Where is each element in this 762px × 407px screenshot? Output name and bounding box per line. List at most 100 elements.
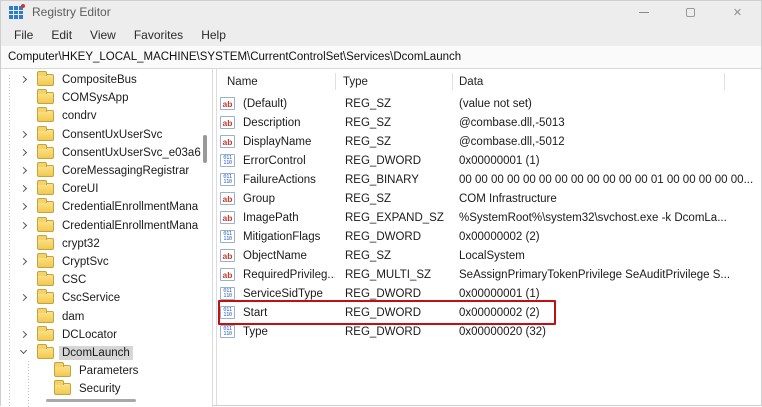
folder-icon xyxy=(37,289,54,305)
tree-item-consentuxusersvc[interactable]: ConsentUxUserSvc xyxy=(1,125,212,144)
chevron-down-icon[interactable] xyxy=(17,346,31,360)
tree-item-coremessagingregistrar[interactable]: CoreMessagingRegistrar xyxy=(1,162,212,180)
dword-value-icon: 011 110 xyxy=(220,230,235,243)
tree-item-dam[interactable]: dam xyxy=(1,307,212,325)
string-value-icon: ab xyxy=(220,249,235,262)
tree-item-cscservice[interactable]: CscService xyxy=(1,289,212,307)
chevron-right-icon[interactable] xyxy=(17,128,31,142)
value-data-cell: 0x00000002 (2) xyxy=(459,230,540,243)
value-list-header: Name Type Data xyxy=(217,69,761,94)
column-header-divider[interactable] xyxy=(724,73,725,90)
registry-value-row-mitigationflags[interactable]: 011 110 MitigationFlags REG_DWORD 0x0000000… xyxy=(217,227,761,246)
menu-item-file[interactable]: File xyxy=(5,26,42,44)
tree-vertical-scrollbar[interactable] xyxy=(203,135,207,163)
tree-item-parameters[interactable]: Parameters xyxy=(1,362,212,380)
column-header-name[interactable]: Name xyxy=(217,76,335,88)
chevron-right-icon[interactable] xyxy=(17,291,31,305)
tree-item-cryptsvc[interactable]: CryptSvc xyxy=(1,252,212,271)
value-data-cell: COM Infrastructure xyxy=(459,192,557,205)
tree-item-label: ConsentUxUserSvc xyxy=(62,128,163,141)
registry-value-row-start[interactable]: 011 110 Start REG_DWORD 0x00000002 (2) xyxy=(217,300,761,325)
registry-value-list-pane: Name Type Data ab (Default) REG_SZ (value not… xyxy=(216,69,761,405)
column-header-divider[interactable] xyxy=(335,73,336,90)
chevron-right-icon[interactable] xyxy=(17,200,31,214)
value-type-cell: REG_EXPAND_SZ xyxy=(345,211,444,224)
tree-item-consentuxusersvc_e03a6[interactable]: ConsentUxUserSvc_e03a6 xyxy=(1,143,212,162)
registry-value-row-imagepath[interactable]: ab ImagePath REG_EXPAND_SZ %SystemRoot%\sys… xyxy=(217,208,761,227)
address-bar[interactable]: Computer\HKEY_LOCAL_MACHINE\SYSTEM\Curre… xyxy=(1,46,761,69)
tree-item-compositebus[interactable]: CompositeBus xyxy=(1,71,212,89)
tree-item-condrv[interactable]: condrv xyxy=(1,107,212,125)
tree-item-dcomlaunch[interactable]: DcomLaunch xyxy=(1,343,212,362)
value-name: ObjectName xyxy=(243,249,307,262)
tree-item-label: CoreUI xyxy=(62,183,99,196)
registry-value-row-group[interactable]: ab Group REG_SZ COM Infrastructure xyxy=(217,189,761,208)
folder-icon xyxy=(37,234,54,250)
column-header-type[interactable]: Type xyxy=(335,76,452,88)
chevron-right-icon[interactable] xyxy=(17,73,31,87)
value-name-cell: ab RequiredPrivileg... xyxy=(217,268,335,281)
chevron-placeholder xyxy=(34,364,48,378)
registry-value-row-displayname[interactable]: ab DisplayName REG_SZ @combase.dll,-5012 xyxy=(217,132,761,151)
value-name-cell: ab DisplayName xyxy=(217,135,335,148)
dword-value-icon: 011 110 xyxy=(220,154,235,167)
chevron-right-icon[interactable] xyxy=(17,164,31,178)
value-type-cell: REG_MULTI_SZ xyxy=(345,268,432,281)
tree-item-security[interactable]: Security xyxy=(1,380,212,398)
registry-value-row-objectname[interactable]: ab ObjectName REG_SZ LocalSystem xyxy=(217,246,761,265)
registry-value-row-description[interactable]: ab Description REG_SZ @combase.dll,-5013 xyxy=(217,113,761,132)
close-button[interactable]: ✕ xyxy=(714,1,761,23)
value-name-cell: 011 110 FailureActions xyxy=(217,173,335,186)
menu-item-favorites[interactable]: Favorites xyxy=(125,26,192,44)
chevron-placeholder xyxy=(17,273,31,287)
registry-value-row-requiredprivileg[interactable]: ab RequiredPrivileg... REG_MULTI_SZ SeAssig… xyxy=(217,265,761,284)
value-name: Group xyxy=(243,192,275,205)
tree-item-csc[interactable]: CSC xyxy=(1,271,212,289)
maximize-button[interactable] xyxy=(667,1,714,23)
tree-item-comsysapp[interactable]: COMSysApp xyxy=(1,89,212,107)
value-name: DisplayName xyxy=(243,135,312,148)
menu-bar: File Edit View Favorites Help xyxy=(1,23,761,46)
tree-item-dclocator[interactable]: DCLocator xyxy=(1,325,212,344)
chevron-placeholder xyxy=(17,91,31,105)
folder-icon xyxy=(37,71,54,87)
registry-editor-app-icon xyxy=(9,3,25,19)
chevron-right-icon[interactable] xyxy=(17,328,31,342)
registry-value-row-type[interactable]: 011 110 Type REG_DWORD 0x00000020 (32) xyxy=(217,322,761,341)
chevron-right-icon[interactable] xyxy=(17,146,31,160)
registry-value-row-errorcontrol[interactable]: 011 110 ErrorControl REG_DWORD 0x00000001 (… xyxy=(217,151,761,170)
value-name-cell: 011 110 Start xyxy=(217,306,335,319)
column-header-divider[interactable] xyxy=(452,73,453,90)
folder-icon xyxy=(37,143,54,159)
registry-editor-window: Registry Editor ✕ File Edit View Favorites H… xyxy=(0,0,762,407)
tree-item-label: ConsentUxUserSvc_e03a6 xyxy=(62,146,201,159)
menu-item-view[interactable]: View xyxy=(81,26,125,44)
folder-icon xyxy=(37,252,54,268)
tree-item-credentialenrollmentmana[interactable]: CredentialEnrollmentMana xyxy=(1,198,212,216)
column-header-data[interactable]: Data xyxy=(452,76,724,88)
value-data-cell: 0x00000001 (1) xyxy=(459,287,540,300)
tree-item-label: CredentialEnrollmentMana xyxy=(62,219,199,232)
value-name: (Default) xyxy=(243,97,288,110)
value-name-cell: ab ObjectName xyxy=(217,249,335,262)
registry-value-row-default[interactable]: ab (Default) REG_SZ (value not set) xyxy=(217,94,761,113)
tree-item-coreui[interactable]: CoreUI xyxy=(1,180,212,198)
value-name: MitigationFlags xyxy=(243,230,321,243)
tree-item-credentialenrollmentmana[interactable]: CredentialEnrollmentMana xyxy=(1,216,212,235)
folder-icon xyxy=(54,380,71,396)
menu-item-edit[interactable]: Edit xyxy=(42,26,81,44)
window-title: Registry Editor xyxy=(32,5,111,19)
registry-value-row-servicesidtype[interactable]: 011 110 ServiceSidType REG_DWORD 0x00000001… xyxy=(217,284,761,303)
value-name: ServiceSidType xyxy=(243,287,323,300)
minimize-button[interactable] xyxy=(620,1,667,23)
string-value-icon: ab xyxy=(220,211,235,224)
chevron-right-icon[interactable] xyxy=(17,182,31,196)
folder-icon xyxy=(37,198,54,214)
tree-horizontal-scrollbar[interactable] xyxy=(46,399,136,402)
value-type-cell: REG_SZ xyxy=(345,192,392,205)
chevron-right-icon[interactable] xyxy=(17,219,31,233)
menu-item-help[interactable]: Help xyxy=(192,26,235,44)
chevron-right-icon[interactable] xyxy=(17,255,31,269)
tree-item-crypt32[interactable]: crypt32 xyxy=(1,234,212,253)
registry-value-row-failureactions[interactable]: 011 110 FailureActions REG_BINARY 00 00 00 … xyxy=(217,170,761,189)
